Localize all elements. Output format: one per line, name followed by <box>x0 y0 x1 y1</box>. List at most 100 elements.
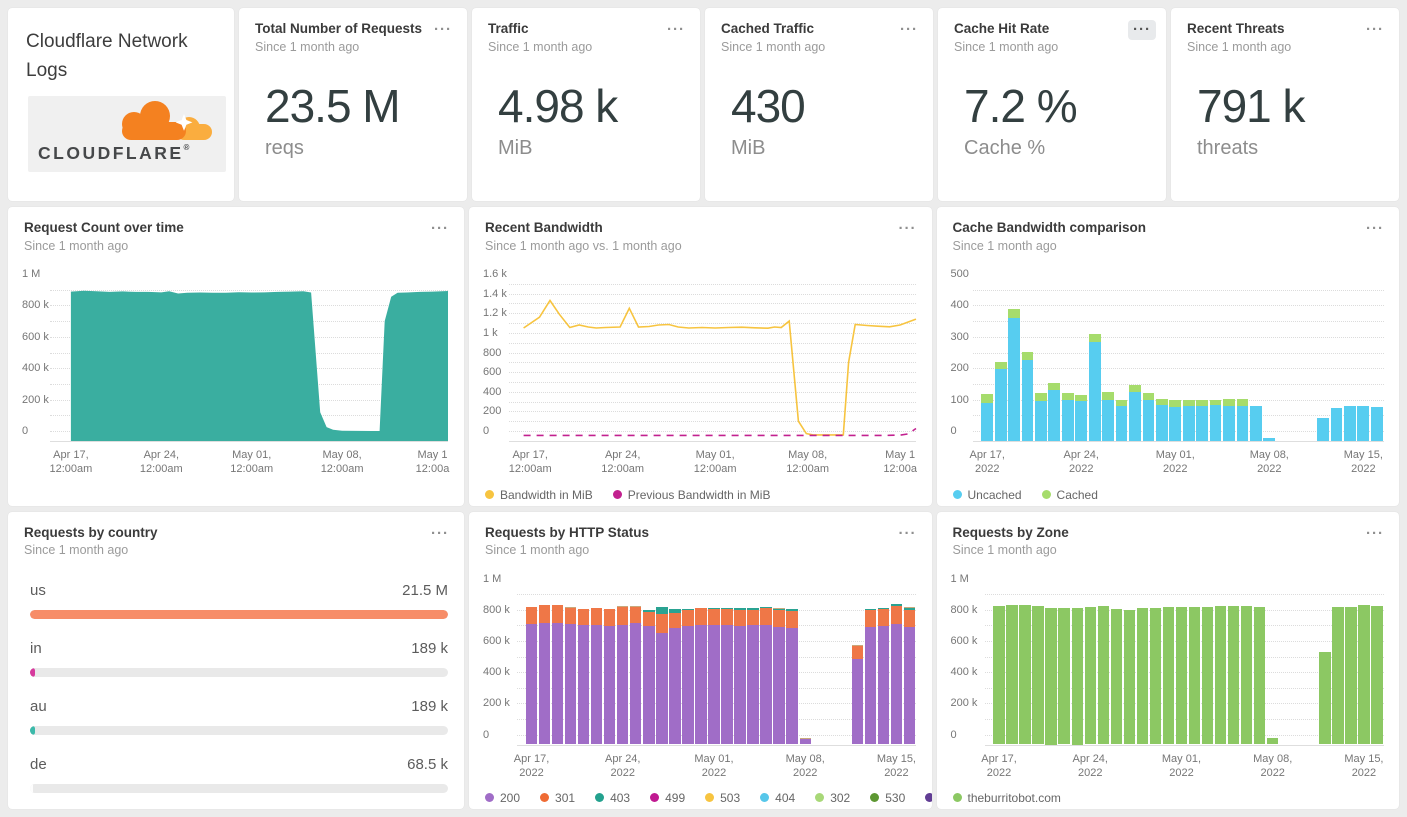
panel-menu-button[interactable]: ··· <box>895 20 923 40</box>
bar-segment <box>1088 334 1101 343</box>
bar-segment <box>734 626 746 745</box>
legend-dot-icon <box>870 793 880 803</box>
x-axis-label: Apr 24, 2022 <box>1063 449 1099 476</box>
legend-item[interactable]: 499 <box>650 791 685 805</box>
x-axis-label: May 01, 2022 <box>694 752 734 779</box>
stat-value: 791 k <box>1197 80 1306 132</box>
y-axis-label: 0 <box>950 728 957 741</box>
gridline <box>972 352 1384 354</box>
bar-segment <box>525 624 538 745</box>
legend-dot-icon <box>1041 490 1051 499</box>
y-axis-label: 400 k <box>950 666 978 679</box>
stat-unit: Cache % <box>964 136 1046 159</box>
legend-item[interactable]: Uncached <box>952 488 1022 502</box>
y-axis-label: 600 k <box>483 634 510 647</box>
legend-item[interactable]: 404 <box>760 791 795 805</box>
legend-item[interactable]: Cached <box>1041 488 1098 502</box>
legend-item[interactable]: 530 <box>870 791 905 805</box>
bar-segment <box>1267 738 1279 745</box>
bar-segment <box>695 608 707 626</box>
bar-segment <box>773 627 785 745</box>
legend-item[interactable]: 526 <box>925 791 932 805</box>
panel-title: Traffic <box>488 21 529 36</box>
country-bar-fill <box>30 725 36 735</box>
panel-title: Requests by HTTP Status <box>485 524 650 540</box>
bar-segment <box>525 607 538 625</box>
bar-segment <box>786 611 798 628</box>
x-axis-label: May 1 12:00a <box>883 449 917 476</box>
cache-bandwidth-chart: 500 400 300 200 100 0 Apr 17, 2022 Apr 24, 2022… <box>950 268 1386 502</box>
bar-segment <box>643 609 655 612</box>
legend-dot-icon <box>595 793 605 803</box>
panel-title: Cached Traffic <box>721 21 815 36</box>
panel-menu-button[interactable]: ··· <box>662 20 690 40</box>
bar-segment <box>617 624 629 745</box>
bar-segment <box>682 609 694 627</box>
country-row-label: in 189 k <box>30 640 448 657</box>
country-code: in <box>30 639 42 657</box>
bar-segment <box>786 609 798 612</box>
panel-subtitle: Since 1 month ago <box>24 543 129 558</box>
bar-segment <box>1008 317 1020 441</box>
panel-subtitle: Since 1 month ago <box>952 238 1057 253</box>
y-axis-label: 600 k <box>950 634 978 647</box>
bar-segment <box>1035 400 1047 441</box>
bar-segment <box>1155 404 1168 441</box>
panel-menu-button[interactable]: ··· <box>426 219 454 239</box>
x-axis-label: May 01, 12:00am <box>230 449 274 476</box>
cloudflare-wordmark: CLOUDFLARE® <box>38 143 190 163</box>
gridline <box>972 289 1384 291</box>
y-axis-label: 0 <box>950 425 957 438</box>
bar-segment <box>747 607 759 610</box>
legend-item[interactable]: Previous Bandwidth in MiB <box>612 488 770 502</box>
bar-segment <box>1075 394 1088 402</box>
bar-segment <box>1371 605 1383 745</box>
panel-cached-traffic: Cached Traffic Since 1 month ago ··· 430… <box>705 8 933 202</box>
legend-dot-icon <box>815 793 825 803</box>
panel-title: Requests by country <box>24 524 158 540</box>
panel-subtitle: Since 1 month ago <box>488 39 593 54</box>
legend-item[interactable]: 503 <box>705 791 740 805</box>
panel-menu-button[interactable]: ··· <box>894 219 922 239</box>
y-axis-label: 0 <box>483 728 490 741</box>
country-code: de <box>30 755 47 773</box>
panel-menu-button[interactable]: ··· <box>1361 20 1389 40</box>
legend-item[interactable]: Bandwidth in MiB <box>485 488 593 502</box>
panel-subtitle: Since 1 month ago vs. 1 month ago <box>485 238 682 253</box>
bar-segment <box>1240 606 1253 745</box>
x-axis-line <box>972 441 1384 443</box>
bar-segment <box>669 609 681 613</box>
panel-request-count: Request Count over time Since 1 month ag… <box>8 207 464 506</box>
bar-segment <box>1162 607 1175 745</box>
y-axis-label: 500 <box>950 268 969 281</box>
legend-item[interactable]: 302 <box>815 791 850 805</box>
bar-segment <box>1182 399 1195 406</box>
bar-segment <box>1136 607 1149 745</box>
panel-menu-button[interactable]: ··· <box>894 524 922 544</box>
panel-subtitle: Since 1 month ago <box>1187 39 1292 54</box>
bar-segment <box>993 606 1005 745</box>
legend-item[interactable]: theburritobot.com <box>952 790 1061 805</box>
x-axis-label: May 15, 2022 <box>876 752 916 779</box>
panel-menu-button[interactable]: ··· <box>1361 219 1389 239</box>
legend-item[interactable]: 403 <box>595 791 630 805</box>
panel-menu-button[interactable]: ··· <box>426 524 454 544</box>
panel-menu-button[interactable]: ··· <box>1361 524 1389 544</box>
legend-item[interactable]: 200 <box>485 791 520 805</box>
panel-total-requests: Total Number of Requests Since 1 month a… <box>239 8 467 202</box>
legend-label: theburritobot.com <box>967 790 1061 805</box>
chart-row-2: Requests by country Since 1 month ago ··… <box>8 511 1399 809</box>
panel-title: Recent Bandwidth <box>485 220 603 236</box>
bar-segment <box>695 625 707 745</box>
y-axis-label: 200 k <box>950 697 978 710</box>
bar-segment <box>1097 605 1109 745</box>
bar-segment <box>1344 405 1356 441</box>
legend-item[interactable]: 301 <box>540 791 575 805</box>
legend-dot-icon <box>705 793 715 803</box>
country-value: 21.5 M <box>402 581 448 599</box>
bar-segment <box>1129 384 1141 392</box>
panel-menu-button[interactable]: ··· <box>429 20 457 40</box>
y-axis-label: 800 k <box>950 603 978 616</box>
bar-segment <box>994 369 1007 441</box>
panel-menu-button[interactable]: ··· <box>1128 20 1156 40</box>
